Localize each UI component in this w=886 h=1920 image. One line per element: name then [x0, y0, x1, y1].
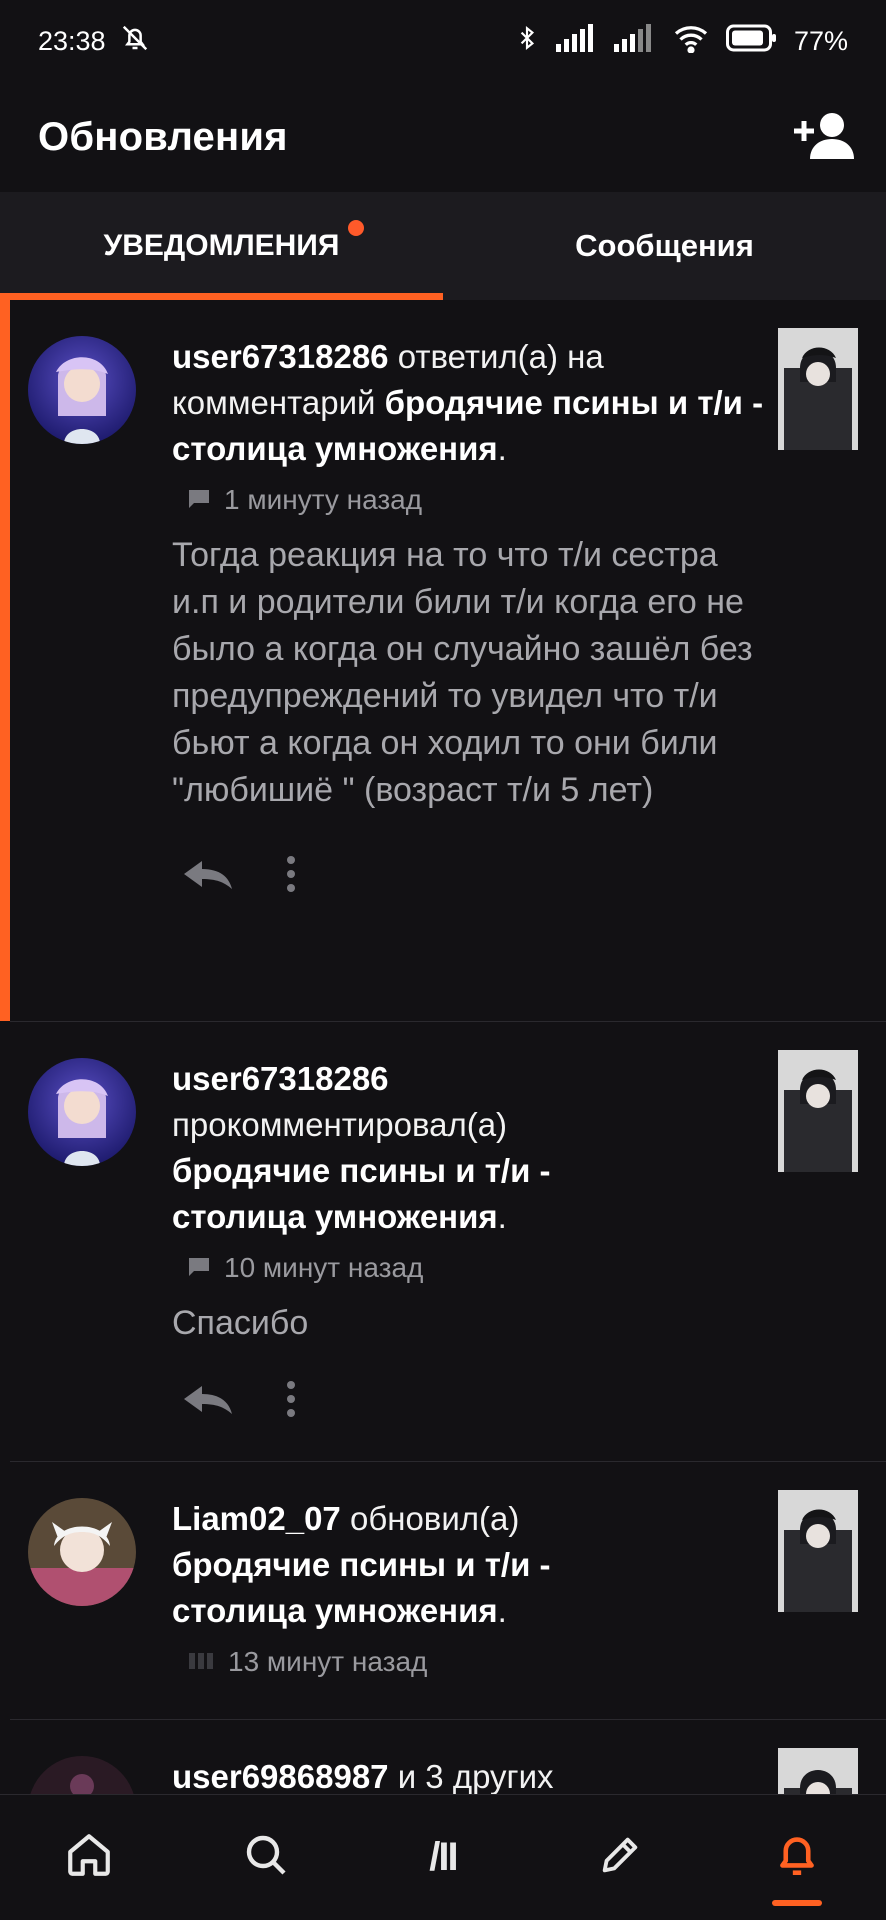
nav-home[interactable] [29, 1808, 149, 1908]
user-avatar[interactable] [28, 1058, 136, 1166]
notification-action: обновил(а) [340, 1500, 520, 1537]
notification-time: 13 минут назад [228, 1646, 428, 1677]
bottom-navigation: /II [0, 1794, 886, 1920]
pencil-icon [597, 1832, 643, 1883]
nav-notifications[interactable] [737, 1808, 857, 1908]
notification-actions [172, 822, 858, 930]
notification-action: прокомментировал(а) [172, 1106, 508, 1143]
unread-dot [348, 220, 364, 236]
status-time: 23:38 [38, 25, 106, 56]
bell-muted-icon [120, 23, 150, 60]
bell-icon [772, 1830, 822, 1885]
battery-level: 77% [793, 25, 848, 56]
notification-user[interactable]: Liam02_07 [172, 1500, 341, 1537]
notification-story[interactable]: бродячие псины и т/и - столица умножения [172, 1546, 551, 1629]
comment-icon [188, 484, 210, 516]
user-avatar[interactable] [28, 1498, 136, 1606]
tab-messages-label: Сообщения [575, 228, 754, 263]
wifi-icon [672, 23, 710, 60]
signal-icon [555, 23, 598, 59]
notification-item[interactable]: user67318286 прокомментировал(а) бродячи… [10, 1022, 886, 1462]
notification-user[interactable]: user67318286 [172, 1060, 389, 1097]
notification-user[interactable]: user69868987 [172, 1758, 389, 1794]
notification-text: user67318286 ответил(а) на комментарий б… [172, 334, 772, 472]
add-friend-icon[interactable] [792, 109, 854, 166]
nav-library[interactable]: /II [383, 1808, 503, 1908]
battery-icon [725, 24, 778, 59]
story-cover-thumbnail[interactable] [778, 1748, 858, 1794]
notification-meta: 10 минут назад [188, 1252, 858, 1284]
update-icon [188, 1646, 214, 1678]
notification-meta: 13 минут назад [188, 1646, 858, 1678]
user-avatar[interactable] [28, 336, 136, 444]
comment-icon [188, 1252, 210, 1284]
library-icon: /II [429, 1835, 458, 1879]
reply-icon[interactable] [182, 1384, 234, 1419]
signal-icon-2 [613, 23, 656, 59]
notification-item[interactable]: user69868987 и 3 других [10, 1720, 886, 1794]
app-bar: Обновления [0, 82, 886, 192]
notification-time: 10 минут назад [224, 1252, 424, 1283]
notification-item[interactable]: Liam02_07 обновил(а) бродячие псины и т/… [10, 1462, 886, 1720]
nav-search[interactable] [206, 1808, 326, 1908]
notification-text: user67318286 прокомментировал(а) бродячи… [172, 1056, 602, 1240]
notifications-feed: user67318286 ответил(а) на комментарий б… [0, 300, 886, 1794]
page-title: Обновления [38, 114, 288, 159]
notification-item[interactable]: user67318286 ответил(а) на комментарий б… [0, 300, 886, 1022]
status-bar: 23:38 77% [0, 0, 886, 82]
more-options-icon[interactable] [286, 855, 296, 898]
tab-notifications[interactable]: УВЕДОМЛЕНИЯ [0, 192, 443, 300]
bluetooth-icon [514, 22, 540, 61]
reply-icon[interactable] [182, 859, 234, 894]
search-icon [242, 1831, 290, 1884]
story-cover-thumbnail[interactable] [778, 1490, 858, 1612]
more-options-icon[interactable] [286, 1380, 296, 1423]
user-avatar[interactable] [28, 1756, 136, 1794]
notification-time: 1 минуту назад [224, 484, 423, 515]
notification-period: . [497, 1592, 507, 1629]
comment-body: Тогда реакция на то что т/и сестра и.п и… [172, 536, 753, 809]
notification-user[interactable]: user67318286 [172, 338, 389, 375]
notification-story[interactable]: бродячие псины и т/и - столица умножения [172, 1152, 551, 1235]
tab-notifications-label: УВЕДОМЛЕНИЯ [103, 229, 340, 262]
notification-text: Liam02_07 обновил(а) бродячие псины и т/… [172, 1496, 632, 1634]
notification-meta: 1 минуту назад [188, 484, 858, 516]
notification-action: и 3 других [388, 1758, 554, 1794]
tab-messages[interactable]: Сообщения [443, 192, 886, 300]
tab-bar: УВЕДОМЛЕНИЯ Сообщения [0, 192, 886, 300]
home-icon [64, 1830, 114, 1885]
story-cover-thumbnail[interactable] [778, 328, 858, 450]
notification-text: user69868987 и 3 других [172, 1754, 772, 1794]
notification-period: . [497, 430, 507, 467]
nav-write[interactable] [560, 1808, 680, 1908]
comment-body: Спасибо [172, 1304, 309, 1342]
story-cover-thumbnail[interactable] [778, 1050, 858, 1172]
notification-period: . [497, 1198, 507, 1235]
notification-actions [172, 1347, 858, 1455]
